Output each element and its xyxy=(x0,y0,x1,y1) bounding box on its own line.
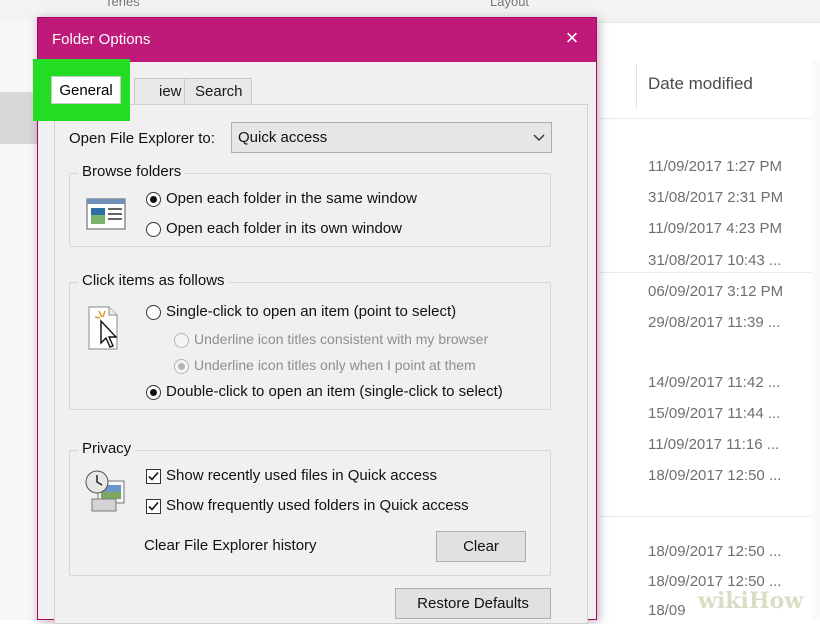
clear-button[interactable]: Clear xyxy=(436,531,526,562)
wikihow-watermark: wikiHow xyxy=(698,588,804,614)
toolbar-ghost-text-left: Tenes xyxy=(105,0,140,9)
frequent-folders-checkbox[interactable] xyxy=(146,499,161,514)
browse-same-window-radio[interactable] xyxy=(146,192,161,207)
tab-general[interactable]: General xyxy=(51,76,121,104)
single-click-radio[interactable] xyxy=(146,305,161,320)
group-divider xyxy=(600,516,820,517)
privacy-group: Privacy Show recently used files in Quic… xyxy=(69,440,551,576)
recent-files-label[interactable]: Show recently used files in Quick access xyxy=(166,467,437,484)
date-cell[interactable]: 18/09 xyxy=(648,602,686,619)
general-tab-panel: Open File Explorer to: Browse folders Op… xyxy=(54,104,588,624)
browse-own-window-label[interactable]: Open each folder in its own window xyxy=(166,220,402,237)
folder-options-dialog: Folder Options × iew Search Open File Ex… xyxy=(33,17,597,624)
underline-point-label: Underline icon titles only when I point … xyxy=(194,357,476,373)
tab-search[interactable]: Search xyxy=(184,78,252,104)
single-click-label[interactable]: Single-click to open an item (point to s… xyxy=(166,303,456,320)
frequent-folders-label[interactable]: Show frequently used folders in Quick ac… xyxy=(166,497,469,514)
open-explorer-to-label: Open File Explorer to: xyxy=(69,130,215,147)
tab-view[interactable]: iew xyxy=(134,78,190,104)
browse-folders-title: Browse folders xyxy=(78,163,186,180)
dialog-title: Folder Options xyxy=(52,31,151,48)
date-cell[interactable]: 29/08/2017 11:39 ... xyxy=(648,314,780,331)
date-cell[interactable]: 31/08/2017 2:31 PM xyxy=(648,189,783,206)
browse-folders-icon xyxy=(86,198,126,230)
date-cell[interactable]: 31/08/2017 10:43 ... xyxy=(648,252,781,269)
click-cursor-icon xyxy=(87,305,121,351)
date-cell[interactable]: 11/09/2017 1:27 PM xyxy=(648,158,782,175)
tab-view-label: iew xyxy=(159,83,182,100)
tab-search-label: Search xyxy=(195,83,243,100)
vertical-scrollbar[interactable] xyxy=(812,60,820,620)
click-items-group: Click items as follows Single-click to o… xyxy=(69,272,551,410)
browse-same-window-label[interactable]: Open each folder in the same window xyxy=(166,190,417,207)
underline-point-radio[interactable] xyxy=(174,359,189,374)
browse-own-window-radio[interactable] xyxy=(146,222,161,237)
tab-general-label: General xyxy=(59,82,113,99)
click-items-title: Click items as follows xyxy=(78,272,229,289)
dialog-titlebar[interactable]: Folder Options × xyxy=(38,18,596,62)
recent-files-checkbox[interactable] xyxy=(146,469,161,484)
underline-browser-label: Underline icon titles consistent with my… xyxy=(194,331,489,347)
double-click-radio[interactable] xyxy=(146,385,161,400)
toolbar-ghost-text-right: Layout xyxy=(490,0,530,9)
browse-folders-group: Browse folders Open each folder in the s… xyxy=(69,163,551,247)
column-header: Date modified xyxy=(600,52,820,119)
open-explorer-to-value: Quick access xyxy=(238,129,328,146)
clear-history-label: Clear File Explorer history xyxy=(144,537,317,554)
date-cell[interactable]: 11/09/2017 4:23 PM xyxy=(648,220,782,237)
restore-defaults-button[interactable]: Restore Defaults xyxy=(395,588,551,619)
date-cell[interactable]: 18/09/2017 12:50 ... xyxy=(648,467,781,484)
date-modified-column-header[interactable]: Date modified xyxy=(648,74,753,94)
open-explorer-to-dropdown[interactable]: Quick access xyxy=(231,122,552,153)
date-cell[interactable]: 18/09/2017 12:50 ... xyxy=(648,543,781,560)
date-cell[interactable]: 11/09/2017 11:16 ... xyxy=(648,436,779,453)
group-divider xyxy=(600,272,820,273)
double-click-label[interactable]: Double-click to open an item (single-cli… xyxy=(166,383,503,400)
close-icon[interactable]: × xyxy=(558,24,586,52)
privacy-title: Privacy xyxy=(78,440,136,457)
date-cell[interactable]: 14/09/2017 11:42 ... xyxy=(648,374,780,391)
column-separator xyxy=(636,64,637,108)
underline-browser-radio[interactable] xyxy=(174,333,189,348)
date-cell[interactable]: 15/09/2017 11:44 ... xyxy=(648,405,780,422)
date-cell[interactable]: 06/09/2017 3:12 PM xyxy=(648,283,783,300)
chevron-down-icon xyxy=(533,134,545,141)
privacy-icon xyxy=(84,469,128,513)
